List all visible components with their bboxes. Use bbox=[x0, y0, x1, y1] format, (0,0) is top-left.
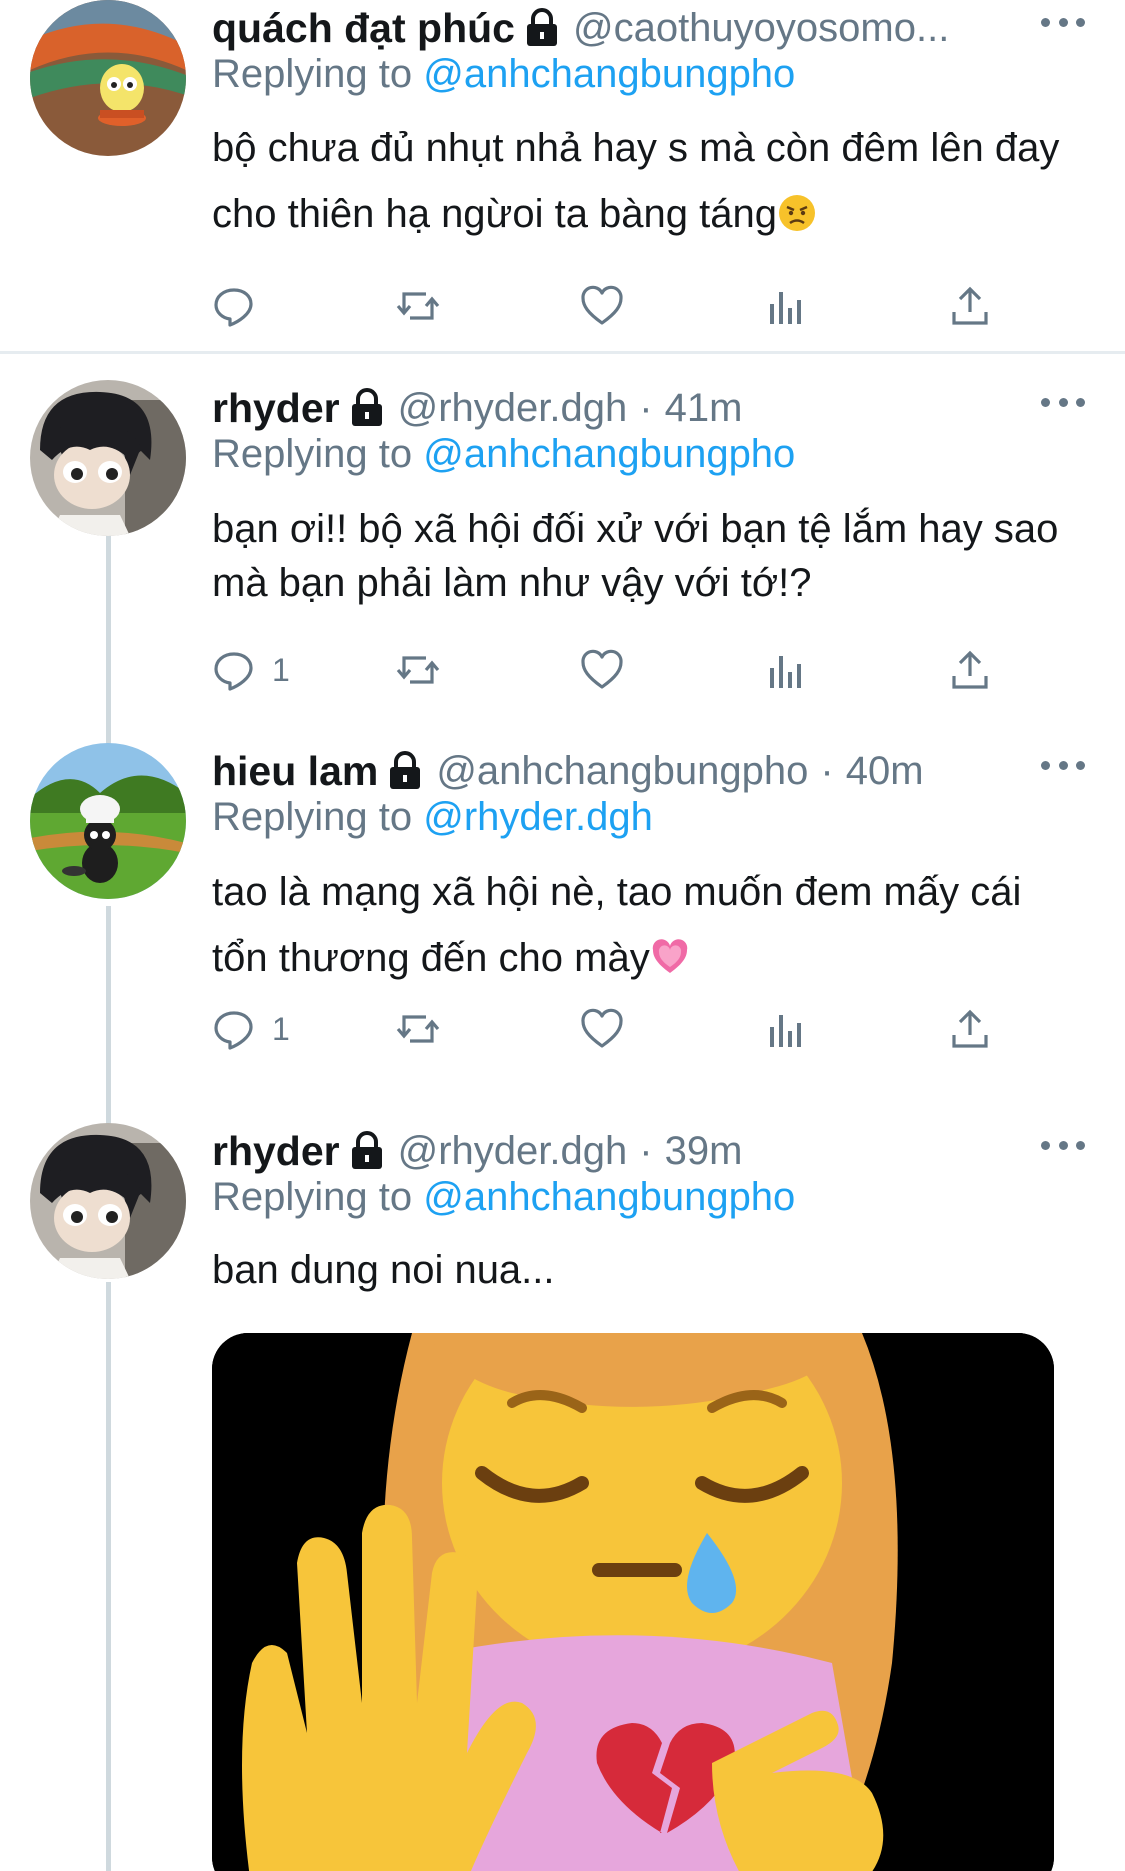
tweet-actions bbox=[210, 278, 1010, 334]
analytics-button[interactable] bbox=[762, 278, 810, 334]
username-handle[interactable]: @caothuyoyosomo... bbox=[573, 6, 949, 51]
like-icon bbox=[581, 285, 623, 325]
avatar[interactable] bbox=[30, 380, 186, 536]
display-name[interactable]: rhyder bbox=[212, 1128, 340, 1175]
tweet-text: tao là mạng xã hội nè, tao muốn đem mấy … bbox=[212, 870, 1022, 980]
tweet-text: bộ chưa đủ nhụt nhả hay s mà còn đêm lên… bbox=[212, 126, 1060, 236]
separator-dot: · bbox=[820, 748, 834, 793]
reply-button[interactable]: 1 bbox=[210, 642, 290, 698]
lock-icon bbox=[388, 751, 422, 791]
like-button[interactable] bbox=[578, 278, 626, 334]
replying-to: Replying to @anhchangbungpho bbox=[212, 52, 795, 97]
timestamp[interactable]: 41m bbox=[665, 386, 743, 431]
username-handle[interactable]: @anhchangbungpho bbox=[436, 749, 808, 794]
mention-link[interactable]: @anhchangbungpho bbox=[423, 52, 795, 96]
tweet-text-container: tao là mạng xã hội nè, tao muốn đem mấy … bbox=[212, 859, 1075, 991]
reply-count: 1 bbox=[272, 651, 290, 688]
tweet-actions: 1 bbox=[210, 642, 1010, 698]
reply-icon bbox=[214, 288, 253, 327]
retweet-icon bbox=[396, 292, 440, 320]
tweet[interactable]: hieu lam @anhchangbungpho · 40m Replying… bbox=[0, 743, 1125, 1088]
replying-to: Replying to @rhyder.dgh bbox=[212, 795, 653, 840]
mention-link[interactable]: @anhchangbungpho bbox=[423, 1175, 795, 1219]
divider bbox=[0, 351, 1125, 354]
mention-link[interactable]: @rhyder.dgh bbox=[423, 795, 653, 839]
analytics-icon bbox=[770, 656, 801, 688]
tweet-text-container: bạn ơi!! bộ xã hội đối xử với bạn tệ lắm… bbox=[212, 502, 1075, 610]
lock-icon bbox=[350, 388, 384, 428]
tweet-header: rhyder @rhyder.dgh · 39m bbox=[212, 1123, 1025, 1179]
reply-icon bbox=[214, 1011, 253, 1050]
tweet-text-container: bộ chưa đủ nhụt nhả hay s mà còn đêm lên… bbox=[212, 115, 1075, 247]
share-icon bbox=[952, 1009, 988, 1048]
replying-label: Replying to bbox=[212, 52, 413, 96]
display-name[interactable]: quách đạt phúc bbox=[212, 5, 515, 52]
retweet-icon bbox=[396, 1015, 440, 1043]
like-button[interactable] bbox=[578, 1001, 626, 1057]
tweet-text-container: ban dung noi nua... bbox=[212, 1243, 1075, 1297]
lock-icon bbox=[350, 1131, 384, 1171]
like-icon bbox=[581, 1008, 623, 1048]
display-name[interactable]: rhyder bbox=[212, 385, 340, 432]
reply-button[interactable]: 1 bbox=[210, 1001, 290, 1057]
timestamp[interactable]: 40m bbox=[846, 749, 924, 794]
retweet-button[interactable] bbox=[394, 278, 442, 334]
more-options-icon[interactable] bbox=[1041, 2, 1085, 42]
mention-link[interactable]: @anhchangbungpho bbox=[423, 432, 795, 476]
replying-label: Replying to bbox=[212, 1175, 413, 1219]
replying-label: Replying to bbox=[212, 432, 413, 476]
pink-heart-emoji bbox=[650, 931, 690, 973]
reply-button[interactable] bbox=[210, 278, 258, 334]
tweet-actions: 1 bbox=[210, 1001, 1010, 1057]
share-button[interactable] bbox=[946, 642, 994, 698]
like-icon bbox=[581, 649, 623, 689]
separator-dot: · bbox=[639, 385, 653, 430]
share-icon bbox=[952, 650, 988, 689]
analytics-icon bbox=[770, 1015, 801, 1047]
replying-to: Replying to @anhchangbungpho bbox=[212, 1175, 795, 1220]
like-button[interactable] bbox=[578, 642, 626, 698]
more-options-icon[interactable] bbox=[1041, 745, 1085, 785]
tweet-header: rhyder @rhyder.dgh · 41m bbox=[212, 380, 1025, 436]
analytics-button[interactable] bbox=[762, 1001, 810, 1057]
more-options-icon[interactable] bbox=[1041, 382, 1085, 422]
angry-face-emoji bbox=[777, 187, 817, 231]
username-handle[interactable]: @rhyder.dgh bbox=[398, 1129, 628, 1174]
tweet-text: ban dung noi nua... bbox=[212, 1248, 555, 1292]
sad-girl-stop-hand-broken-heart-emoji bbox=[212, 1333, 1054, 1871]
share-icon bbox=[952, 286, 988, 325]
analytics-icon bbox=[770, 292, 801, 324]
more-options-icon[interactable] bbox=[1041, 1125, 1085, 1165]
display-name[interactable]: hieu lam bbox=[212, 748, 378, 795]
reply-count: 1 bbox=[272, 1010, 290, 1047]
tweet[interactable]: rhyder @rhyder.dgh · 41m Replying to @an… bbox=[0, 380, 1125, 720]
tweet-media-image[interactable] bbox=[212, 1333, 1054, 1871]
retweet-button[interactable] bbox=[394, 1001, 442, 1057]
timestamp[interactable]: 39m bbox=[665, 1129, 743, 1174]
username-handle[interactable]: @rhyder.dgh bbox=[398, 386, 628, 431]
share-button[interactable] bbox=[946, 278, 994, 334]
reply-icon bbox=[214, 652, 253, 691]
avatar[interactable] bbox=[30, 743, 186, 899]
tweet-thread: quách đạt phúc @caothuyoyosomo... Replyi… bbox=[0, 0, 1125, 1871]
avatar[interactable] bbox=[30, 1123, 186, 1279]
separator-dot: · bbox=[639, 1128, 653, 1173]
tweet-text: bạn ơi!! bộ xã hội đối xử với bạn tệ lắm… bbox=[212, 507, 1059, 605]
retweet-icon bbox=[396, 656, 440, 684]
avatar[interactable] bbox=[30, 0, 186, 156]
tweet-header: hieu lam @anhchangbungpho · 40m bbox=[212, 743, 1025, 799]
share-button[interactable] bbox=[946, 1001, 994, 1057]
retweet-button[interactable] bbox=[394, 642, 442, 698]
lock-icon bbox=[525, 8, 559, 48]
replying-label: Replying to bbox=[212, 795, 413, 839]
tweet-header: quách đạt phúc @caothuyoyosomo... bbox=[212, 0, 1025, 56]
tweet[interactable]: quách đạt phúc @caothuyoyosomo... Replyi… bbox=[0, 0, 1125, 352]
analytics-button[interactable] bbox=[762, 642, 810, 698]
replying-to: Replying to @anhchangbungpho bbox=[212, 432, 795, 477]
